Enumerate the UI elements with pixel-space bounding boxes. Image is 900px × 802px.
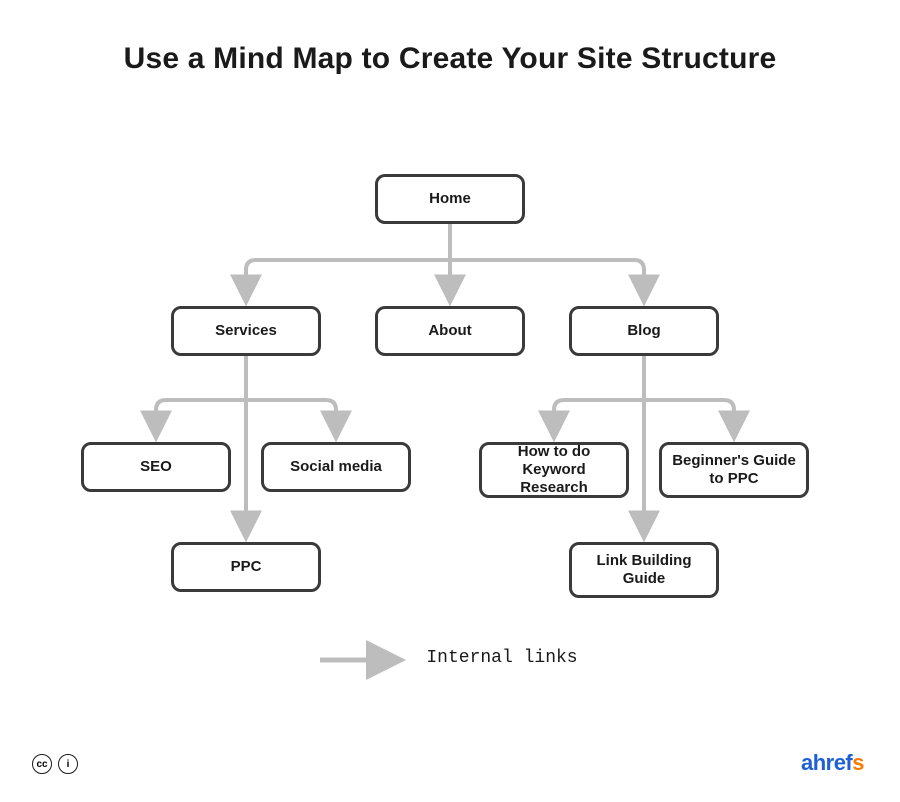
cc-icon: cc bbox=[32, 754, 52, 774]
node-beginners-guide-ppc: Beginner's Guide to PPC bbox=[659, 442, 809, 498]
brand-part2: s bbox=[852, 750, 864, 775]
node-services: Services bbox=[171, 306, 321, 356]
node-home: Home bbox=[375, 174, 525, 224]
legend-label: Internal links bbox=[426, 648, 577, 668]
brand-part1: ahref bbox=[801, 750, 852, 775]
license-icons: cc i bbox=[32, 754, 78, 774]
node-blog: Blog bbox=[569, 306, 719, 356]
attribution-icon: i bbox=[58, 754, 78, 774]
connectors bbox=[0, 0, 900, 802]
node-howto-keyword-research: How to do Keyword Research bbox=[479, 442, 629, 498]
node-social-media: Social media bbox=[261, 442, 411, 492]
node-ppc: PPC bbox=[171, 542, 321, 592]
legend: Internal links bbox=[0, 648, 900, 668]
node-about: About bbox=[375, 306, 525, 356]
node-link-building-guide: Link Building Guide bbox=[569, 542, 719, 598]
node-seo: SEO bbox=[81, 442, 231, 492]
diagram-title: Use a Mind Map to Create Your Site Struc… bbox=[0, 40, 900, 78]
brand-logo: ahrefs bbox=[801, 750, 864, 776]
